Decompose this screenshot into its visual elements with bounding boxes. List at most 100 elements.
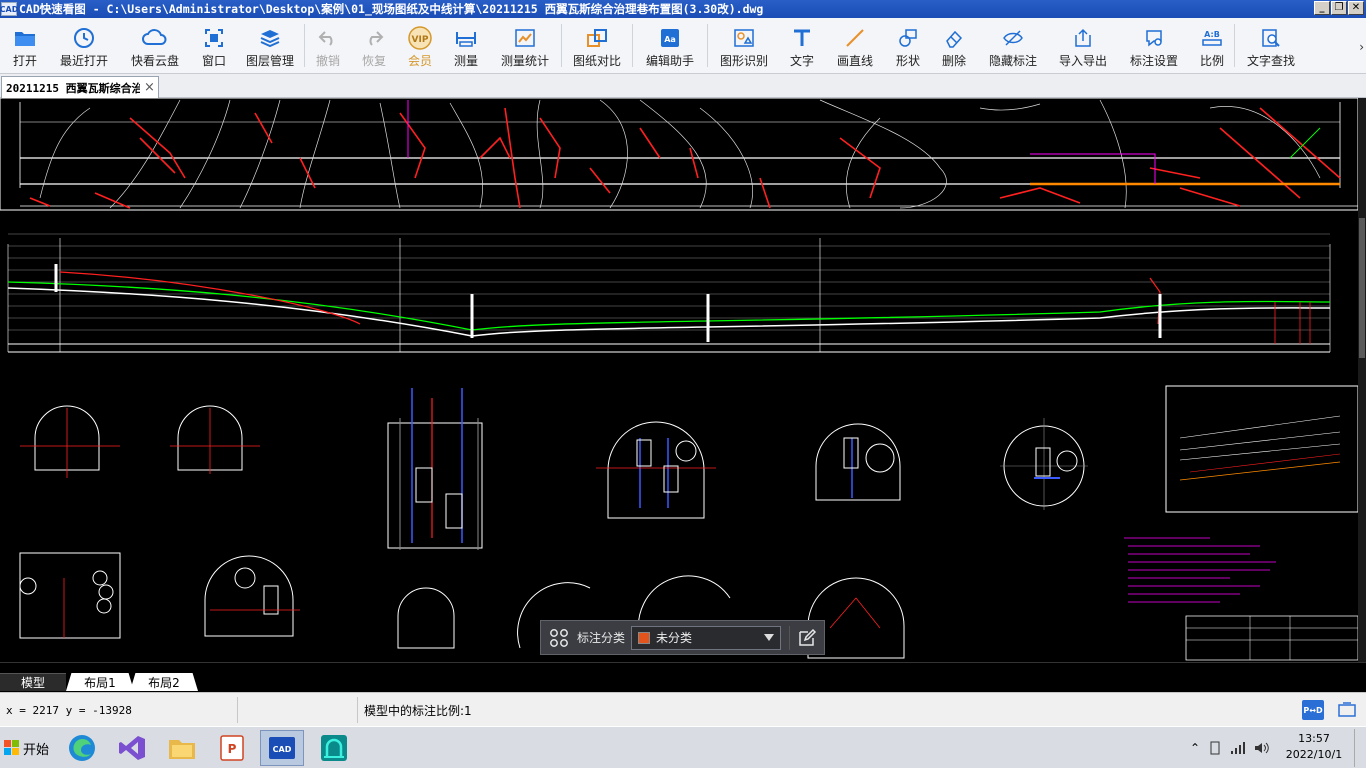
close-tab-icon[interactable]: × (144, 80, 155, 95)
delete-label: 删除 (941, 54, 966, 68)
clock-date: 2022/10/1 (1285, 748, 1343, 761)
windows-logo-icon (4, 740, 19, 755)
document-tab[interactable]: 20211215 西翼瓦斯综合治理巷布置图 × (1, 76, 159, 98)
cloud-button[interactable]: 快看云盘 (118, 18, 192, 73)
find-text-button[interactable]: 文字查找 (1235, 18, 1307, 73)
cursor-coordinates: x = 2217 y = -13928 (0, 697, 238, 723)
svg-text:VIP: VIP (412, 35, 429, 45)
start-label: 开始 (23, 742, 50, 758)
tunnel-app-icon (321, 735, 347, 761)
line-icon (846, 29, 864, 47)
open-label: 打开 (12, 54, 37, 68)
import-export-button[interactable]: 导入导出 (1048, 18, 1118, 73)
hide-annotation-label: 隐藏标注 (988, 54, 1037, 68)
volume-icon[interactable] (1254, 741, 1270, 755)
show-desktop-button[interactable] (1354, 729, 1364, 767)
measure-stats-button[interactable]: 测量统计 (489, 18, 561, 73)
text-icon (794, 29, 810, 46)
restore-button[interactable]: ❐ (1331, 1, 1347, 15)
cad-viewer-icon: CAD (269, 737, 295, 759)
taskbar-visual-studio[interactable] (110, 730, 154, 766)
anno-settings-icon (1146, 30, 1162, 47)
vertical-scrollbar[interactable] (1358, 98, 1366, 662)
undo-button[interactable]: 撤销 (305, 18, 351, 73)
taskbar-explorer[interactable] (160, 730, 204, 766)
find-text-label: 文字查找 (1246, 54, 1295, 68)
taskbar-powerpoint[interactable]: P (210, 730, 254, 766)
network-icon[interactable] (1230, 741, 1246, 755)
stats-icon (515, 29, 535, 47)
compare-button[interactable]: 图纸对比 (562, 18, 632, 73)
annotation-settings-button[interactable]: 标注设置 (1118, 18, 1190, 73)
plan-view (0, 98, 1358, 211)
edit-annotation-button[interactable] (789, 625, 823, 650)
taskbar-edge[interactable] (60, 730, 104, 766)
redo-button[interactable]: 恢复 (351, 18, 397, 73)
magenta-notes (1124, 537, 1276, 603)
delete-button[interactable]: 删除 (930, 18, 978, 73)
shape-recognize-icon (734, 29, 754, 47)
clock-icon (74, 28, 94, 48)
vip-button[interactable]: VIP 会员 (397, 18, 443, 73)
drawing-canvas[interactable] (0, 98, 1358, 662)
start-button[interactable]: 开始 (0, 731, 50, 765)
measure-button[interactable]: 测量 (443, 18, 489, 73)
line-button[interactable]: 画直线 (824, 18, 886, 73)
scrollbar-thumb[interactable] (1359, 218, 1365, 358)
assistant-button[interactable]: Aa 编辑助手 (633, 18, 707, 73)
close-button[interactable]: ✕ (1348, 1, 1364, 15)
window-button[interactable]: 窗口 (192, 18, 236, 73)
annotation-category-bar: 标注分类 未分类 (540, 620, 825, 655)
shape-recognize-button[interactable]: 图形识别 (708, 18, 780, 73)
import-export-label: 导入导出 (1058, 54, 1107, 68)
hide-annotation-button[interactable]: 隐藏标注 (978, 18, 1048, 73)
svg-text:CAD: CAD (273, 745, 292, 754)
detail-panel (1165, 385, 1358, 661)
cad-viewer-app: CAD CAD快速看图 - C:\Users\Administrator\Des… (0, 0, 1366, 768)
cloud-icon (142, 29, 167, 45)
compare-label: 图纸对比 (572, 54, 621, 68)
device-icon[interactable] (1208, 741, 1222, 755)
text-button[interactable]: 文字 (780, 18, 824, 73)
taskbar-cad-viewer[interactable]: CAD (260, 730, 304, 766)
measure-stats-label: 测量统计 (500, 54, 549, 68)
compare-icon (587, 29, 607, 47)
recent-button[interactable]: 最近打开 (50, 18, 118, 73)
folder-icon (15, 32, 35, 46)
export-icon (1075, 28, 1091, 47)
toolbar-overflow-button[interactable]: › (1359, 40, 1364, 54)
taskbar-tunnel-app[interactable] (312, 730, 356, 766)
tray-expand-icon[interactable]: ⌃ (1190, 741, 1200, 755)
system-clock[interactable]: 13:57 2022/10/1 (1284, 731, 1344, 763)
svg-text:A:B: A:B (1204, 30, 1220, 39)
grid-toggle-button[interactable] (541, 628, 577, 648)
annotation-category-select[interactable]: 未分类 (631, 625, 782, 650)
annotation-scale-text: 模型中的标注比例:1 (364, 703, 472, 718)
cad-drawing (0, 98, 1358, 661)
category-color-swatch (638, 631, 651, 644)
undo-label: 撤销 (315, 54, 340, 68)
assistant-label: 编辑助手 (645, 54, 694, 68)
window-label: 窗口 (201, 54, 226, 68)
redo-label: 恢复 (361, 54, 386, 68)
pd-toggle-button[interactable]: P↔D (1302, 700, 1324, 720)
redo-icon (369, 31, 384, 46)
scale-button[interactable]: A:B 比例 (1190, 18, 1234, 73)
powerpoint-icon: P (220, 735, 244, 761)
layers-button[interactable]: 图层管理 (236, 18, 304, 73)
tab-layout2[interactable]: 布局2 (130, 673, 198, 691)
eraser-icon (946, 30, 963, 48)
window-icon (205, 29, 223, 47)
eye-hide-icon (1003, 30, 1023, 46)
windows-taskbar: 开始 P CAD ⌃ 13:57 2022/10/1 (0, 726, 1366, 768)
window-title: CAD快速看图 - C:\Users\Administrator\Desktop… (19, 2, 764, 16)
system-tray: ⌃ (1190, 731, 1270, 765)
tab-layout1[interactable]: 布局1 (66, 673, 134, 691)
open-button[interactable]: 打开 (0, 18, 50, 73)
tab-model[interactable]: 模型 (0, 673, 66, 691)
recent-label: 最近打开 (59, 54, 108, 68)
screenshot-button[interactable] (1336, 700, 1358, 720)
longitudinal-profile (7, 233, 1331, 353)
minimize-button[interactable]: _ (1314, 1, 1330, 15)
shape-button[interactable]: 形状 (886, 18, 930, 73)
